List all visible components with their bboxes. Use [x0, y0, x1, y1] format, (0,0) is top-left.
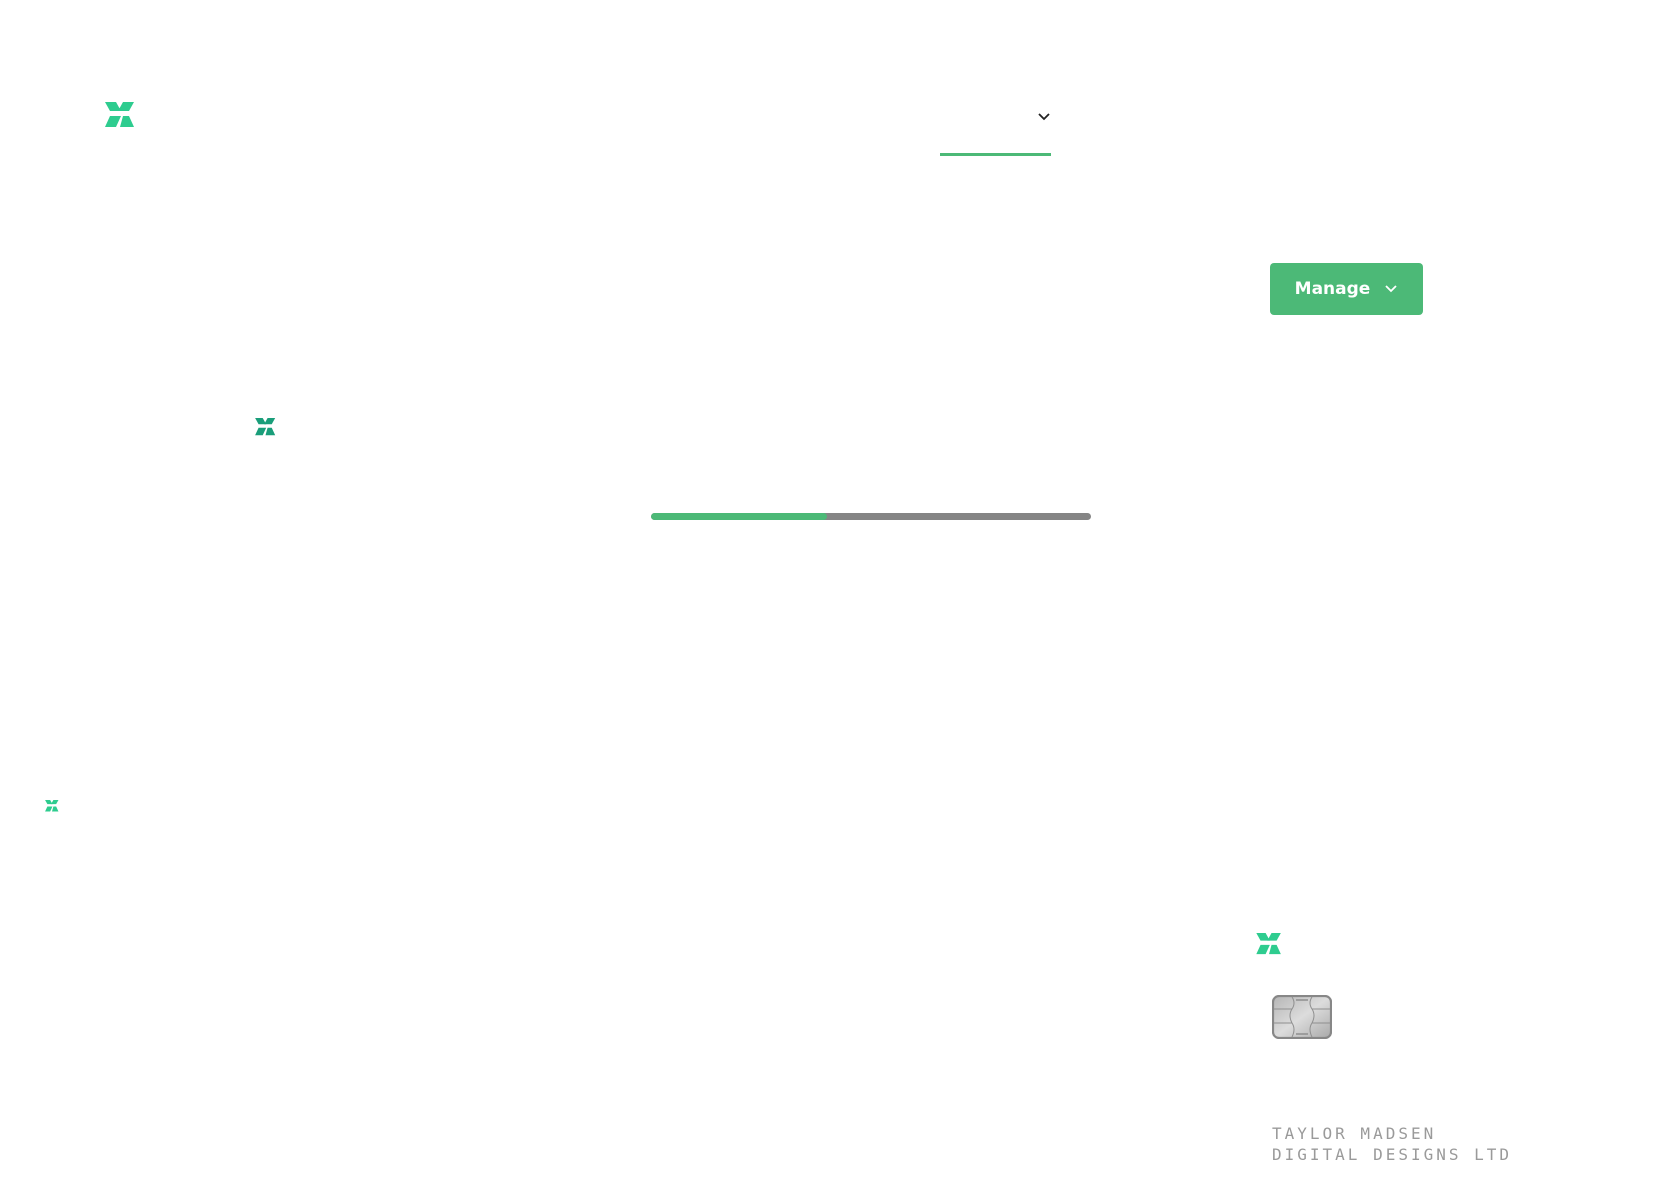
manage-button-label: Manage [1294, 279, 1371, 299]
manage-button[interactable]: Manage [1270, 263, 1423, 315]
cardholder-company: DIGITAL DESIGNS LTD [1272, 1145, 1513, 1164]
brand-logo-icon [45, 800, 59, 812]
brand-logo-icon [1256, 933, 1282, 955]
progress-bar [651, 513, 1091, 520]
cardholder-info: TAYLOR MADSEN DIGITAL DESIGNS LTD [1272, 1123, 1512, 1165]
brand-logo-icon[interactable] [105, 102, 135, 128]
progress-bar-fill [651, 513, 827, 520]
nav-dropdown[interactable] [940, 100, 1051, 156]
brand-logo-icon [255, 418, 276, 436]
chevron-down-icon [1385, 285, 1397, 293]
cardholder-name: TAYLOR MADSEN [1272, 1124, 1437, 1143]
card-chip-icon [1271, 994, 1333, 1043]
chevron-down-icon [1038, 113, 1050, 121]
active-tab-underline [940, 153, 1051, 156]
